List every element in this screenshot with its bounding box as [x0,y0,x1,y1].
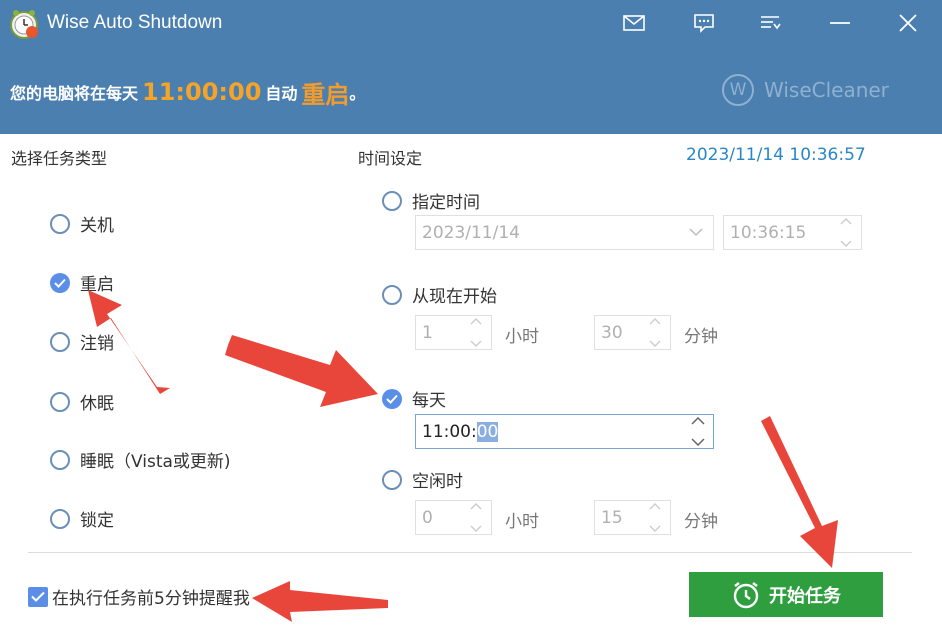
chevron-up-icon[interactable] [649,318,661,325]
idle-hours-value: 0 [422,507,433,528]
time-option-label: 空闲时 [412,472,463,492]
reminder-label: 在执行任务前5分钟提醒我 [52,589,250,609]
time-option-from-now[interactable]: 从现在开始 [382,282,497,307]
close-icon[interactable] [888,6,928,40]
task-option-label: 关机 [80,216,114,236]
from-now-minutes-field[interactable]: 30 [594,315,671,350]
idle-minutes-value: 15 [601,507,623,528]
idle-minutes-spinner[interactable] [646,503,664,532]
task-option-label: 睡眠（Vista或更新) [80,452,231,472]
title-bar: Wise Auto Shutdown 您的电脑将在每天 11:00:00 自动 … [0,0,942,134]
menu-icon[interactable] [750,6,790,40]
time-option-daily[interactable]: 每天 [382,386,446,411]
radio-button[interactable] [50,508,70,529]
radio-button[interactable] [50,391,70,412]
schedule-status: 您的电脑将在每天 11:00:00 自动 重启 。 [10,74,365,110]
start-task-button[interactable]: 开始任务 [689,572,883,617]
chevron-up-icon[interactable] [470,318,482,325]
status-action: 重启 [301,80,350,109]
task-option-label: 休眠 [80,394,114,414]
chevron-up-icon[interactable] [691,417,705,425]
daily-time-spinner[interactable] [689,417,707,446]
task-type-title: 选择任务类型 [11,149,108,168]
status-prefix: 您的电脑将在每天 [10,84,139,103]
chevron-down-icon[interactable] [689,228,703,237]
chevron-down-icon[interactable] [840,240,852,247]
minutes-value: 30 [601,322,623,343]
divider [28,552,912,553]
time-option-specified[interactable]: 指定时间 [382,188,480,213]
arrow-to-daily-icon [225,335,378,407]
alarm-clock-icon [733,581,759,608]
idle-hours-spinner[interactable] [467,503,485,532]
task-option-label: 重启 [80,275,114,295]
daily-time-value: 11:00: [422,421,477,442]
task-option-logoff[interactable]: 注销 [50,329,114,354]
app-logo-icon [8,8,40,40]
status-mid: 自动 [265,84,298,103]
idle-hours-field[interactable]: 0 [415,500,492,535]
chevron-up-icon[interactable] [649,503,661,510]
wisecleaner-logo-icon: W [722,74,754,106]
task-option-sleep[interactable]: 睡眠（Vista或更新) [50,447,231,472]
radio-button-checked[interactable] [50,272,70,293]
chevron-down-icon[interactable] [649,525,661,532]
arrow-to-reminder-icon [252,581,388,622]
radio-button[interactable] [382,284,402,305]
start-task-label: 开始任务 [769,585,841,607]
task-option-label: 锁定 [80,511,114,531]
time-option-label: 指定时间 [412,193,480,213]
time-option-idle[interactable]: 空闲时 [382,467,463,492]
date-value: 2023/11/14 [422,222,520,243]
idle-hours-unit: 小时 [505,512,539,532]
feedback-icon[interactable] [684,6,724,40]
from-now-hours-field[interactable]: 1 [415,315,492,350]
chevron-down-icon[interactable] [691,438,705,446]
task-option-label: 注销 [80,334,114,354]
chevron-up-icon[interactable] [470,503,482,510]
task-option-lock[interactable]: 锁定 [50,506,114,531]
chevron-down-icon[interactable] [649,340,661,347]
hours-spinner[interactable] [467,318,485,347]
arrow-to-start-icon [761,416,838,568]
radio-button[interactable] [50,213,70,234]
radio-button[interactable] [50,449,70,470]
hours-unit: 小时 [505,327,539,347]
chevron-down-icon[interactable] [470,340,482,347]
radio-button[interactable] [382,469,402,490]
time-option-label: 从现在开始 [412,287,497,307]
time-spinner[interactable] [837,218,855,247]
time-option-label: 每天 [412,391,446,411]
wisecleaner-brand[interactable]: W WiseCleaner [722,72,889,108]
task-option-shutdown[interactable]: 关机 [50,211,114,236]
date-picker[interactable]: 2023/11/14 [415,215,714,250]
chevron-up-icon[interactable] [840,218,852,225]
minutes-unit: 分钟 [684,327,718,347]
hours-value: 1 [422,322,433,343]
specified-time-value: 10:36:15 [730,222,807,243]
minimize-icon[interactable] [820,6,860,40]
brand-name: WiseCleaner [764,78,889,102]
app-title: Wise Auto Shutdown [47,12,223,33]
current-datetime: 2023/11/14 10:36:57 [686,145,866,165]
checkbox-checked-icon[interactable] [28,586,48,607]
radio-button[interactable] [50,331,70,352]
specified-time-field[interactable]: 10:36:15 [723,215,862,250]
mail-icon[interactable] [614,6,654,40]
chevron-down-icon[interactable] [470,525,482,532]
idle-minutes-field[interactable]: 15 [594,500,671,535]
status-suffix: 。 [349,84,366,103]
radio-button[interactable] [382,190,402,211]
daily-time-selected: 00 [476,421,499,442]
minutes-spinner[interactable] [646,318,664,347]
time-settings-title: 时间设定 [358,149,423,168]
idle-minutes-unit: 分钟 [684,512,718,532]
task-option-restart[interactable]: 重启 [50,270,114,295]
task-option-hibernate[interactable]: 休眠 [50,389,114,414]
reminder-checkbox[interactable]: 在执行任务前5分钟提醒我 [28,584,250,609]
radio-button-checked[interactable] [382,388,402,409]
status-time: 11:00:00 [142,78,262,106]
daily-time-field[interactable]: 11:00: 00 [415,414,714,449]
